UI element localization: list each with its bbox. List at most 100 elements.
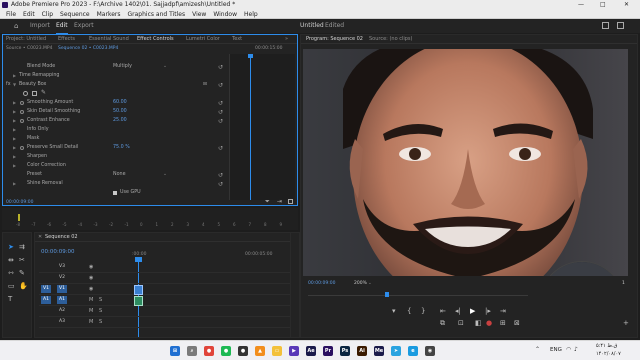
davinci-icon[interactable]: ◉ xyxy=(425,346,435,356)
tab-effects[interactable]: Effects xyxy=(58,35,75,44)
fx-row-info-only[interactable]: ▶ Info Only xyxy=(3,126,223,134)
track-label-a2[interactable]: A2 xyxy=(57,307,67,315)
tab-edit[interactable]: Edit xyxy=(56,19,68,34)
slip-tool-icon[interactable]: ⇿ xyxy=(8,269,14,277)
collapse-icon[interactable]: ▼ xyxy=(13,81,16,89)
ps-icon[interactable]: Ps xyxy=(340,346,350,356)
mark-out-icon[interactable]: } xyxy=(421,307,425,315)
preserve-detail-value[interactable]: 75.0 % xyxy=(113,144,130,152)
track-label-a1[interactable]: A1 xyxy=(57,296,67,304)
mute-button[interactable]: M xyxy=(89,319,93,325)
mute-button[interactable]: M xyxy=(89,297,93,303)
rectangle-mask-icon[interactable] xyxy=(32,91,37,96)
extract-icon[interactable]: ⊡ xyxy=(458,319,464,327)
skin-detail-value[interactable]: 50.00 xyxy=(113,108,127,116)
reset-icon[interactable]: ↺ xyxy=(218,83,224,89)
eye-icon[interactable]: ◉ xyxy=(89,264,93,270)
tray-chevron-icon[interactable]: ⌃ xyxy=(535,346,540,353)
comparison-view-icon[interactable]: ⊞ xyxy=(500,319,506,327)
tab-sequence[interactable]: Sequence 02 xyxy=(45,233,78,242)
source-label[interactable]: Source • C0023.MP4 xyxy=(6,46,52,51)
track-label-v2[interactable]: V2 xyxy=(57,274,67,282)
obs-icon[interactable]: ● xyxy=(238,346,248,356)
solo-button[interactable]: S xyxy=(99,319,102,325)
export-icon[interactable]: ⇥ xyxy=(277,198,282,205)
ai-icon[interactable]: Ai xyxy=(357,346,367,356)
close-button[interactable]: ✕ xyxy=(624,0,629,10)
ripple-edit-icon[interactable]: ⇹ xyxy=(8,256,14,264)
video-clip[interactable] xyxy=(134,285,143,295)
stopwatch-icon[interactable] xyxy=(20,101,24,105)
razor-tool-icon[interactable]: ✂ xyxy=(19,256,25,264)
play-icon[interactable]: ▶ xyxy=(470,307,475,315)
reset-icon[interactable]: ↺ xyxy=(218,146,224,152)
reset-icon[interactable]: ↺ xyxy=(218,101,224,107)
fx-options-icon[interactable]: ⊟ xyxy=(203,81,207,89)
menu-view[interactable]: View xyxy=(192,11,206,18)
media-icon[interactable]: ▶ xyxy=(289,346,299,356)
program-playhead[interactable] xyxy=(385,292,389,297)
tab-program[interactable]: Program: Sequence 02 xyxy=(306,35,363,44)
me-icon[interactable]: Me xyxy=(374,346,384,356)
stopwatch-icon[interactable] xyxy=(20,110,24,114)
fx-badge-icon[interactable]: fx xyxy=(6,81,11,89)
close-tab-icon[interactable]: ✕ xyxy=(38,233,42,242)
language-indicator[interactable]: ENG xyxy=(550,347,562,353)
rectangle-tool-icon[interactable]: ▭ xyxy=(8,282,15,290)
selection-tool-icon[interactable]: ➤ xyxy=(8,243,14,251)
track-target-v1[interactable]: V1 xyxy=(41,285,51,293)
contrast-enhance-value[interactable]: 25.00 xyxy=(113,117,127,125)
stopwatch-icon[interactable] xyxy=(20,119,24,123)
step-back-icon[interactable]: ◂| xyxy=(455,307,461,315)
tab-text[interactable]: Text xyxy=(232,35,242,44)
ae-icon[interactable]: Ae xyxy=(306,346,316,356)
pen-mask-icon[interactable]: ✎ xyxy=(41,89,46,96)
menu-graphics[interactable]: Graphics and Titles xyxy=(128,11,186,18)
track-label-v3[interactable]: V3 xyxy=(57,263,67,271)
reset-icon[interactable]: ↺ xyxy=(218,65,224,71)
pen-tool-icon[interactable]: ✎ xyxy=(19,269,25,277)
zoom-dropdown[interactable]: 200% xyxy=(354,281,367,286)
spotify-icon[interactable]: ● xyxy=(221,346,231,356)
solo-button[interactable]: S xyxy=(99,308,102,314)
minimize-button[interactable]: — xyxy=(578,0,584,10)
vr-video-icon[interactable]: ⊠ xyxy=(514,319,520,327)
step-forward-icon[interactable]: |▸ xyxy=(485,307,491,315)
fx-row-beauty-box[interactable]: ▼ fx Beauty Box ⊟ xyxy=(3,81,223,89)
share-icon[interactable] xyxy=(602,22,609,29)
tab-source[interactable]: Source: (no clips) xyxy=(369,35,412,44)
timeline-timecode[interactable]: 00:00:09:00 xyxy=(41,249,75,255)
fx-row-time-remapping[interactable]: ▶ Time Remapping xyxy=(3,72,223,80)
tab-export[interactable]: Export xyxy=(74,19,94,33)
stopwatch-icon[interactable] xyxy=(20,146,24,150)
settings-icon[interactable] xyxy=(288,199,293,204)
mark-in-icon[interactable]: { xyxy=(407,307,411,315)
reset-icon[interactable]: ↺ xyxy=(218,119,224,125)
reset-icon[interactable]: ↺ xyxy=(218,173,224,179)
blend-mode-dropdown[interactable]: Multiply xyxy=(113,63,132,71)
smoothing-amount-value[interactable]: 60.00 xyxy=(113,99,127,107)
menu-edit[interactable]: Edit xyxy=(23,11,35,18)
track-label-v1[interactable]: V1 xyxy=(57,285,67,293)
edge-icon[interactable]: e xyxy=(408,346,418,356)
fx-row-color-correction[interactable]: ▶ Color Correction xyxy=(3,162,223,170)
fx-row-sharpen[interactable]: ▶ Sharpen xyxy=(3,153,223,161)
add-marker-icon[interactable]: ▾ xyxy=(392,307,396,315)
panel-menu-icon[interactable]: » xyxy=(285,35,288,44)
lift-icon[interactable]: ⧉ xyxy=(440,319,445,327)
ec-playhead[interactable] xyxy=(250,54,251,200)
eye-icon[interactable]: ◉ xyxy=(89,286,93,292)
type-tool-icon[interactable]: T xyxy=(8,295,12,303)
clock-date[interactable]: ۱۴۰۲/۰۸/۰۷ xyxy=(596,351,621,357)
menu-help[interactable]: Help xyxy=(244,11,258,18)
tab-effect-controls[interactable]: Effect Controls xyxy=(137,35,174,44)
pr-icon[interactable]: Pr xyxy=(323,346,333,356)
add-button-icon[interactable]: + xyxy=(623,319,629,327)
vlc-icon[interactable]: ▲ xyxy=(255,346,265,356)
audio-clip[interactable] xyxy=(134,296,143,306)
go-to-in-icon[interactable]: ⇤ xyxy=(440,307,446,315)
reset-icon[interactable]: ↺ xyxy=(218,182,224,188)
chrome-icon[interactable]: ● xyxy=(204,346,214,356)
telegram-icon[interactable]: ➤ xyxy=(391,346,401,356)
solo-button[interactable]: S xyxy=(99,297,102,303)
